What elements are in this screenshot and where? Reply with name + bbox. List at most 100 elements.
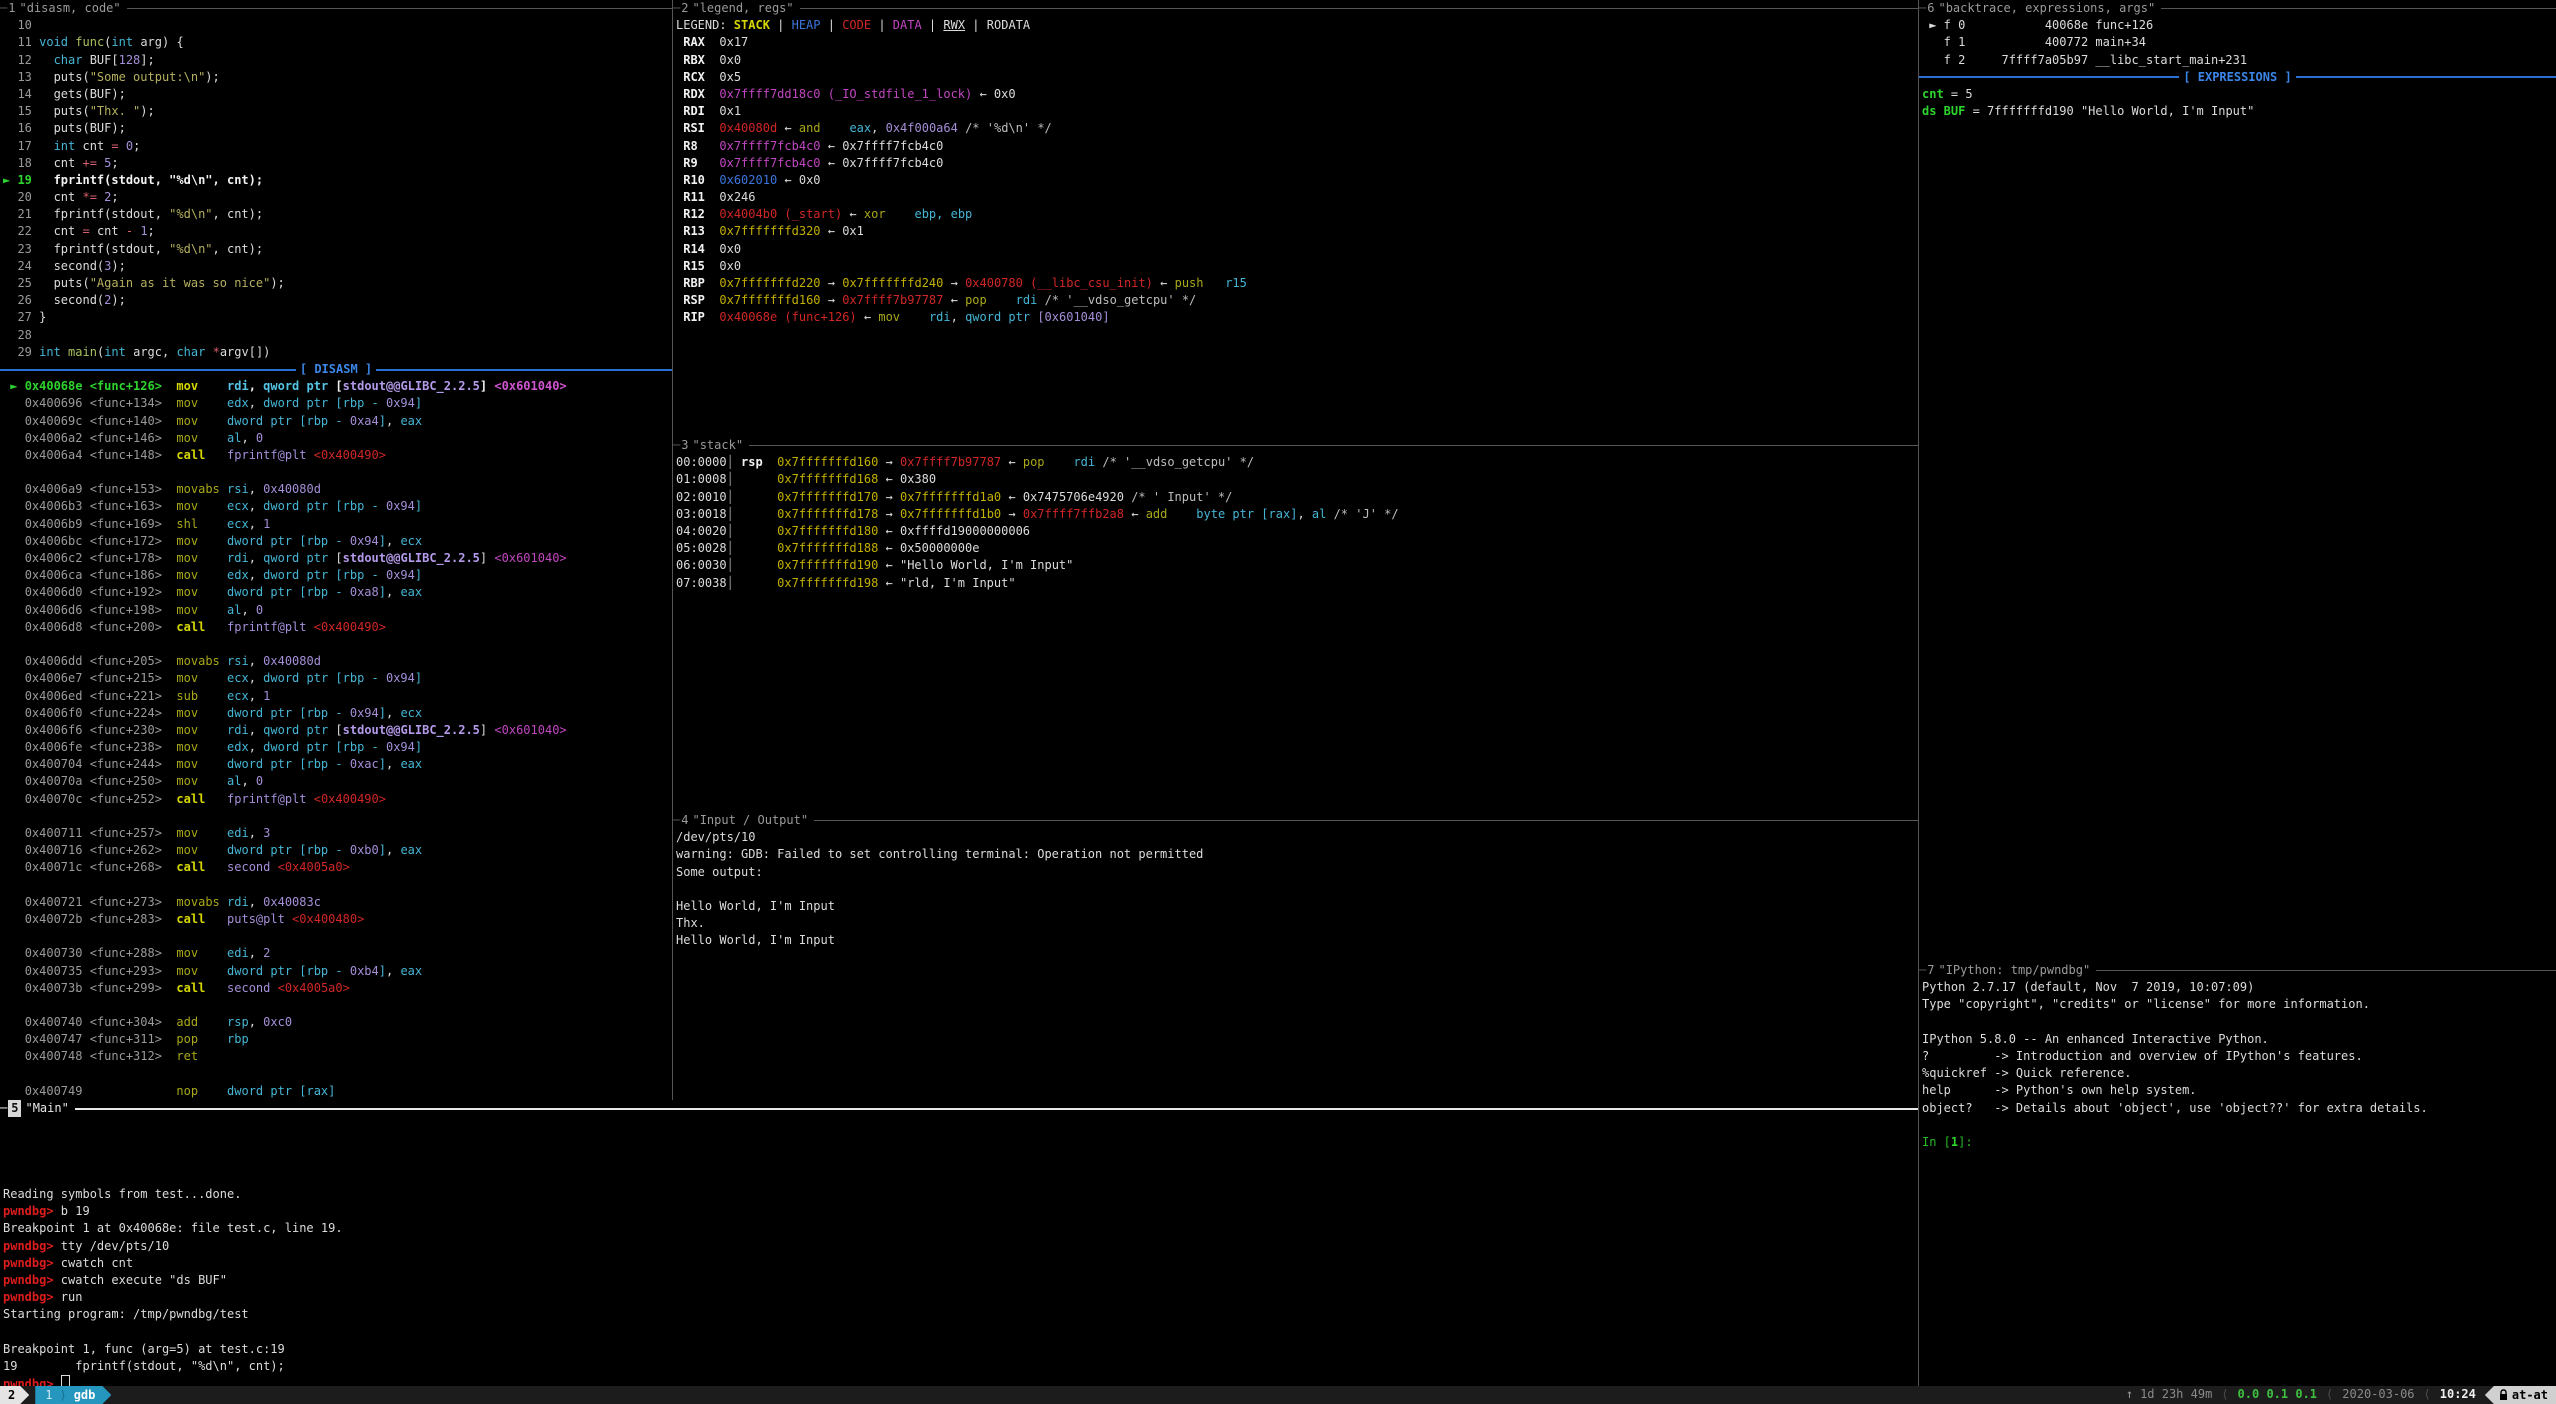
terminal-line: R14 0x0 — [676, 241, 1918, 258]
terminal-line: 20 cnt *= 2; — [3, 189, 672, 206]
terminal-line: object? -> Details about 'object', use '… — [1922, 1100, 2556, 1117]
terminal-line: 06:0030│ 0x7fffffffd190 ← "Hello World, … — [676, 557, 1918, 574]
terminal-line: 0x4006d6 <func+198> mov al, 0 — [3, 602, 672, 619]
pane-main-gdb-console[interactable]: ─5"Main" Reading symbols from test...don… — [0, 1100, 1918, 1386]
terminal-line: ? -> Introduction and overview of IPytho… — [1922, 1048, 2556, 1065]
pane-number: 7 — [1927, 962, 1934, 979]
terminal-line: 0x40071c <func+268> call second <0x4005a… — [3, 859, 672, 876]
pane-stack[interactable]: ─3"stack" 00:0000│ rsp 0x7fffffffd160 → … — [673, 437, 1918, 812]
terminal-line: 0x400716 <func+262> mov dword ptr [rbp -… — [3, 842, 672, 859]
session-badge[interactable]: 2 — [0, 1386, 29, 1404]
pane-ipython[interactable]: ─7"IPython: tmp/pwndbg" Python 2.7.17 (d… — [1919, 962, 2556, 1386]
terminal-line: RSI 0x40080d ← and eax, 0x4f000a64 /* '%… — [676, 120, 1918, 137]
terminal-line: R11 0x246 — [676, 189, 1918, 206]
terminal-line: 0x400747 <func+311> pop rbp — [3, 1031, 672, 1048]
gdb-console[interactable]: Reading symbols from test...done.pwndbg>… — [0, 1117, 1918, 1386]
separator-label: [ DISASM ] — [296, 361, 376, 378]
backtrace-frames: ► f 0 40068e func+126 f 1 400772 main+34… — [1919, 17, 2556, 69]
border-dash: ─ — [1919, 962, 1926, 979]
pane-legend-regs[interactable]: ─2"legend, regs" LEGEND: STACK | HEAP | … — [673, 0, 1918, 437]
terminal-line: R12 0x4004b0 (_start) ← xor ebp, ebp — [676, 206, 1918, 223]
uptime-value: 1d 23h 49m — [2140, 1386, 2212, 1403]
border-line — [127, 8, 672, 9]
terminal-line: 11 void func(int arg) { — [3, 34, 672, 51]
terminal-line — [3, 636, 672, 653]
terminal-line: 16 puts(BUF); — [3, 120, 672, 137]
pane-backtrace-expressions[interactable]: ─6"backtrace, expressions, args" ► f 0 4… — [1919, 0, 2556, 962]
terminal-line: 0x4006d0 <func+192> mov dword ptr [rbp -… — [3, 584, 672, 601]
pane-title: ─6"backtrace, expressions, args" — [1919, 0, 2556, 17]
terminal-line: 0x4006c2 <func+178> mov rdi, qword ptr [… — [3, 550, 672, 567]
date-value: 2020-03-06 — [2342, 1386, 2414, 1403]
terminal-line: 0x4006d8 <func+200> call fprintf@plt <0x… — [3, 619, 672, 636]
time-value: 10:24 — [2440, 1386, 2476, 1403]
border-line — [800, 8, 1918, 9]
pane-title-text: "IPython: tmp/pwndbg" — [1938, 962, 2090, 979]
border-line — [2096, 970, 2556, 971]
terminal-line: 02:0010│ 0x7fffffffd170 → 0x7fffffffd1a0… — [676, 489, 1918, 506]
terminal-line: 0x4006b3 <func+163> mov ecx, dword ptr [… — [3, 498, 672, 515]
terminal-line: %quickref -> Quick reference. — [1922, 1065, 2556, 1082]
pane-number: 6 — [1927, 0, 1934, 17]
terminal-line — [1922, 1014, 2556, 1031]
pane-title-text: "backtrace, expressions, args" — [1938, 0, 2155, 17]
terminal-line: pwndbg> tty /dev/pts/10 — [3, 1238, 1918, 1255]
terminal-line: 04:0020│ 0x7fffffffd180 ← 0xffffd1900000… — [676, 523, 1918, 540]
terminal-line: 0x400696 <func+134> mov edx, dword ptr [… — [3, 395, 672, 412]
disasm-separator: [ DISASM ] — [0, 361, 672, 378]
pane-border-vertical-left[interactable] — [672, 0, 673, 1100]
pane-number: 5 — [8, 1100, 21, 1117]
terminal-line: 29 int main(int argc, char *argv[]) — [3, 344, 672, 361]
pane-input-output[interactable]: ─4"Input / Output" /dev/pts/10warning: G… — [673, 812, 1918, 1100]
border-dash: ─ — [673, 437, 680, 454]
terminal-line: 0x4006ed <func+221> sub ecx, 1 — [3, 688, 672, 705]
watch-expressions: cnt = 5ds BUF = 7fffffffd190 "Hello Worl… — [1919, 86, 2556, 120]
separator-line — [2296, 76, 2556, 78]
pane-title-text: "stack" — [692, 437, 743, 454]
terminal-line: 03:0018│ 0x7fffffffd178 → 0x7fffffffd1b0… — [676, 506, 1918, 523]
terminal-line: IPython 5.8.0 -- An enhanced Interactive… — [1922, 1031, 2556, 1048]
tmux-screen: ─1"disasm, code" 10 11 void func(int arg… — [0, 0, 2556, 1404]
terminal-line: Hello World, I'm Input — [676, 932, 1918, 949]
terminal-line: 14 gets(BUF); — [3, 86, 672, 103]
ipython-console[interactable]: Python 2.7.17 (default, Nov 7 2019, 10:0… — [1919, 979, 2556, 1151]
terminal-line: R13 0x7fffffffd320 ← 0x1 — [676, 223, 1918, 240]
terminal-line — [3, 464, 672, 481]
pane-disasm-code[interactable]: ─1"disasm, code" 10 11 void func(int arg… — [0, 0, 672, 1100]
pane-title: ─3"stack" — [673, 437, 1918, 454]
terminal-line: 0x400740 <func+304> add rsp, 0xc0 — [3, 1014, 672, 1031]
terminal-line: 0x4006a2 <func+146> mov al, 0 — [3, 430, 672, 447]
terminal-line: 0x4006bc <func+172> mov dword ptr [rbp -… — [3, 533, 672, 550]
terminal-line: RSP 0x7fffffffd160 → 0x7ffff7b97787 ← po… — [676, 292, 1918, 309]
window-name: gdb — [74, 1386, 96, 1404]
terminal-line: Hello World, I'm Input — [676, 898, 1918, 915]
terminal-line: R10 0x602010 ← 0x0 — [676, 172, 1918, 189]
terminal-line: 22 cnt = cnt - 1; — [3, 223, 672, 240]
pane-title-text: "Main" — [25, 1100, 68, 1117]
terminal-line: f 2 7ffff7a05b97 __libc_start_main+231 — [1922, 52, 2556, 69]
terminal-line: Breakpoint 1, func (arg=5) at test.c:19 — [3, 1341, 1918, 1358]
pane-number: 4 — [681, 812, 688, 829]
terminal-line: 0x4006a9 <func+153> movabs rsi, 0x40080d — [3, 481, 672, 498]
load-average: 0.0 0.1 0.1 — [2238, 1386, 2317, 1403]
pane-border-vertical-right[interactable] — [1918, 0, 1919, 1386]
terminal-line: 0x40069c <func+140> mov dword ptr [rbp -… — [3, 413, 672, 430]
terminal-line: 0x40073b <func+299> call second <0x4005a… — [3, 980, 672, 997]
terminal-line: 10 — [3, 17, 672, 34]
program-output: /dev/pts/10warning: GDB: Failed to set c… — [673, 829, 1918, 949]
registers: LEGEND: STACK | HEAP | CODE | DATA | RWX… — [673, 17, 1918, 326]
terminal-line: 07:0038│ 0x7fffffffd198 ← "rld, I'm Inpu… — [676, 575, 1918, 592]
terminal-line: cnt = 5 — [1922, 86, 2556, 103]
border-line — [2161, 8, 2556, 9]
terminal-line: RBP 0x7fffffffd220 → 0x7fffffffd240 → 0x… — [676, 275, 1918, 292]
status-left: 2 1⟩gdb — [0, 1386, 111, 1404]
angle-separator-icon: ⟨ — [2424, 1386, 2431, 1403]
terminal-line: 24 second(3); — [3, 258, 672, 275]
terminal-line — [3, 808, 672, 825]
pane-title: ─2"legend, regs" — [673, 0, 1918, 17]
terminal-line: 0x4006e7 <func+215> mov ecx, dword ptr [… — [3, 670, 672, 687]
terminal-line — [3, 1134, 1918, 1151]
terminal-line: 0x4006f0 <func+224> mov dword ptr [rbp -… — [3, 705, 672, 722]
terminal-line: Starting program: /tmp/pwndbg/test — [3, 1306, 1918, 1323]
window-tab-gdb[interactable]: 1⟩gdb — [35, 1386, 111, 1404]
